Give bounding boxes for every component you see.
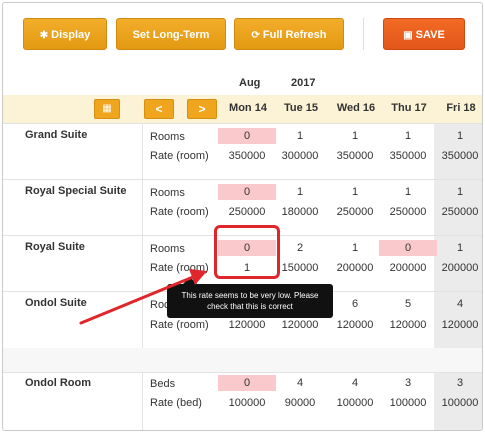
annotation-arrow xyxy=(79,269,207,325)
rate-grid-panel: ✱ Display Set Long-Term ⟳ Full Refresh ▣ SA… xyxy=(2,2,483,431)
